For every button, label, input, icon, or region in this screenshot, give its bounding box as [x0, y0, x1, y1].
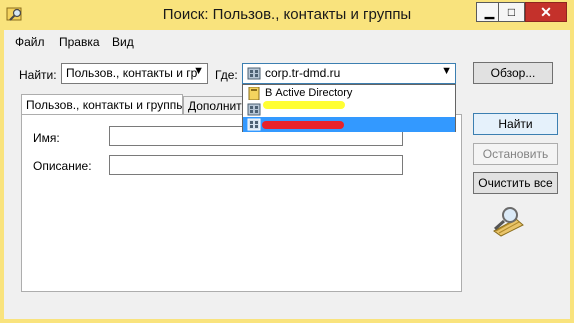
stop-button[interactable]: Остановить [473, 143, 558, 165]
chevron-down-icon: ▼ [193, 65, 204, 77]
maximize-button[interactable]: □ [498, 2, 525, 22]
highlight-mark-red [262, 121, 344, 129]
close-button[interactable]: ✕ [525, 2, 567, 22]
maximize-icon: □ [507, 5, 516, 19]
where-label: Где: [215, 68, 238, 82]
menu-edit[interactable]: Правка [59, 35, 100, 49]
where-select[interactable]: corp.tr-dmd.ru ▼ [242, 63, 456, 84]
find-label: Найти: [19, 68, 57, 82]
find-select[interactable]: Пользов., контакты и гр ▼ [61, 63, 208, 84]
description-field[interactable] [109, 155, 403, 175]
magnifier-icon [490, 205, 526, 237]
name-label: Имя: [33, 131, 60, 145]
tab-users-contacts-groups[interactable]: Пользов., контакты и группы [21, 94, 183, 115]
description-label: Описание: [33, 159, 92, 173]
clear-all-button[interactable]: Очистить все [473, 172, 558, 194]
domain-icon [247, 118, 261, 131]
find-select-value: Пользов., контакты и гр [66, 66, 198, 80]
dropdown-item-domain-1[interactable] [243, 102, 455, 117]
menu-view[interactable]: Вид [112, 35, 134, 49]
domain-icon [247, 103, 261, 116]
browse-button[interactable]: Обзор... [473, 62, 553, 84]
active-directory-icon [247, 86, 261, 101]
minimize-icon: ▁ [484, 5, 495, 19]
dropdown-item-label: В Active Directory [265, 87, 353, 99]
find-button[interactable]: Найти [473, 113, 558, 135]
close-icon: ✕ [540, 3, 552, 20]
dropdown-item-active-directory[interactable]: В Active Directory [243, 86, 455, 101]
domain-icon [247, 67, 261, 80]
tab-advanced[interactable]: Дополнительно [183, 96, 245, 114]
chevron-down-icon: ▼ [441, 65, 452, 77]
where-select-value: corp.tr-dmd.ru [265, 66, 341, 80]
menu-file[interactable]: Файл [15, 35, 45, 49]
